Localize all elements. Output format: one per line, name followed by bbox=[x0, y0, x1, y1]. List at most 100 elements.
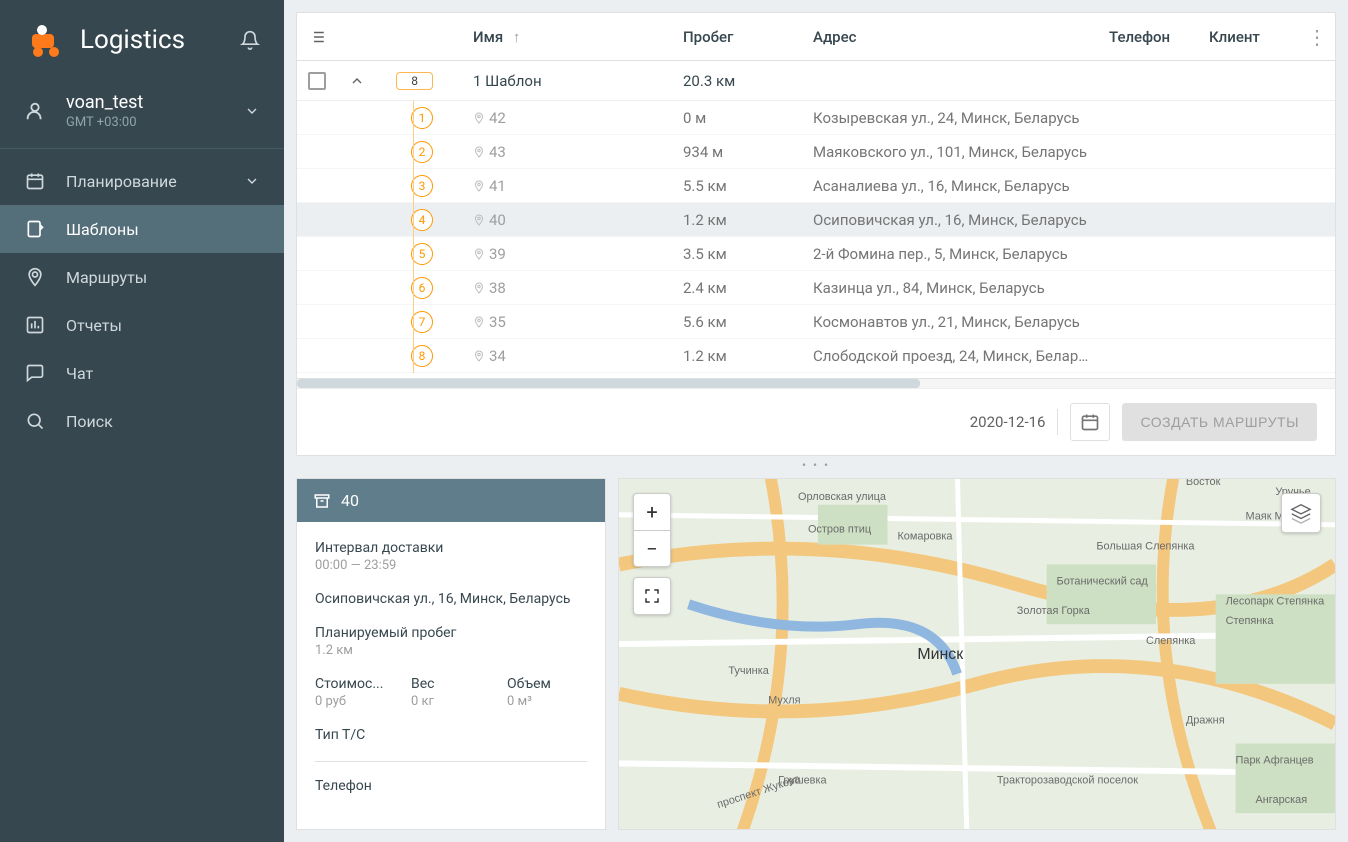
sidebar: Logistics voan_test GMT +03:00 Планирова… bbox=[0, 0, 284, 842]
drag-handle[interactable]: • • • bbox=[284, 456, 1348, 478]
weight-label: Вес bbox=[411, 676, 491, 692]
create-routes-button[interactable]: СОЗДАТЬ МАРШРУТЫ bbox=[1122, 403, 1317, 441]
svg-text:Тучинка: Тучинка bbox=[728, 665, 769, 677]
svg-text:Слепянка: Слепянка bbox=[1146, 635, 1196, 647]
app-title: Logistics bbox=[80, 25, 185, 55]
volume-value: 0 м³ bbox=[507, 694, 587, 709]
pin-icon bbox=[473, 281, 485, 295]
zoom-in-button[interactable]: + bbox=[634, 494, 670, 530]
row-address: 2-й Фомина пер., 5, Минск, Беларусь bbox=[803, 245, 1099, 263]
th-client[interactable]: Клиент bbox=[1199, 28, 1299, 46]
user-block[interactable]: voan_test GMT +03:00 bbox=[0, 80, 284, 149]
svg-text:Орловская улица: Орловская улица bbox=[798, 491, 887, 503]
pin-icon bbox=[473, 145, 485, 159]
nav-label: Шаблоны bbox=[66, 220, 139, 239]
th-phone[interactable]: Телефон bbox=[1099, 28, 1199, 46]
zoom-out-button[interactable]: − bbox=[634, 530, 670, 566]
svg-text:Лесопарк Степянка: Лесопарк Степянка bbox=[1226, 595, 1325, 607]
sequence-badge: 7 bbox=[411, 311, 433, 333]
table-row[interactable]: 1 42 0 м Козыревская ул., 24, Минск, Бел… bbox=[297, 101, 1335, 135]
calendar-button[interactable] bbox=[1070, 403, 1110, 441]
row-name: 42 bbox=[463, 109, 673, 127]
svg-text:Большая Слепянка: Большая Слепянка bbox=[1096, 541, 1195, 553]
sequence-badge: 8 bbox=[411, 345, 433, 367]
th-address[interactable]: Адрес bbox=[803, 28, 1099, 46]
detail-address: Осиповичская ул., 16, Минск, Беларусь bbox=[315, 591, 587, 607]
sequence-badge: 4 bbox=[411, 209, 433, 231]
svg-text:Тракторозаводской поселок: Тракторозаводской поселок bbox=[997, 774, 1138, 786]
sidebar-item-routes[interactable]: Маршруты bbox=[0, 253, 284, 301]
vehicle-label: Тип Т/С bbox=[315, 727, 587, 743]
logo-icon bbox=[24, 20, 64, 60]
logo[interactable]: Logistics bbox=[24, 20, 185, 60]
table-row[interactable]: 8 34 1.2 км Слободской проезд, 24, Минск… bbox=[297, 339, 1335, 373]
layers-button[interactable] bbox=[1281, 493, 1321, 533]
row-name: 41 bbox=[463, 177, 673, 195]
table-row[interactable]: 5 39 3.5 км 2-й Фомина пер., 5, Минск, Б… bbox=[297, 237, 1335, 271]
table-row[interactable]: 4 40 1.2 км Осиповичская ул., 16, Минск,… bbox=[297, 203, 1335, 237]
date-display: 2020-12-16 bbox=[970, 409, 1059, 435]
row-address: Осиповичская ул., 16, Минск, Беларусь bbox=[803, 211, 1099, 229]
sidebar-item-chat[interactable]: Чат bbox=[0, 349, 284, 397]
svg-text:Ботанический сад: Ботанический сад bbox=[1057, 575, 1149, 587]
group-mileage: 20.3 км bbox=[673, 72, 803, 90]
bell-icon[interactable] bbox=[240, 29, 260, 51]
detail-title: 40 bbox=[341, 491, 359, 510]
row-mileage: 3.5 км bbox=[673, 245, 803, 263]
row-address: Козыревская ул., 24, Минск, Беларусь bbox=[803, 109, 1099, 127]
chart-icon bbox=[24, 315, 46, 335]
sidebar-item-templates[interactable]: Шаблоны bbox=[0, 205, 284, 253]
template-icon bbox=[24, 219, 46, 239]
chat-icon bbox=[24, 363, 46, 383]
pin-icon bbox=[473, 179, 485, 193]
row-mileage: 1.2 км bbox=[673, 211, 803, 229]
cost-label: Стоимос... bbox=[315, 676, 395, 692]
sidebar-item-reports[interactable]: Отчеты bbox=[0, 301, 284, 349]
map[interactable]: Минск Орловская улица Комаровка Остров п… bbox=[618, 478, 1336, 830]
sidebar-item-planning[interactable]: Планирование bbox=[0, 157, 284, 205]
more-icon[interactable]: ⋮ bbox=[1307, 25, 1327, 49]
row-address: Космонавтов ул., 21, Минск, Беларусь bbox=[803, 313, 1099, 331]
pin-icon bbox=[473, 111, 485, 125]
th-name[interactable]: Имя ↑ bbox=[463, 28, 673, 46]
row-name: 39 bbox=[463, 245, 673, 263]
checkbox[interactable] bbox=[308, 72, 326, 90]
row-name: 35 bbox=[463, 313, 673, 331]
row-mileage: 2.4 км bbox=[673, 279, 803, 297]
sequence-badge: 5 bbox=[411, 243, 433, 265]
table-row[interactable]: 2 43 934 м Маяковского ул., 101, Минск, … bbox=[297, 135, 1335, 169]
cost-value: 0 руб bbox=[315, 694, 395, 709]
sidebar-item-search[interactable]: Поиск bbox=[0, 397, 284, 445]
table-row[interactable]: 7 35 5.6 км Космонавтов ул., 21, Минск, … bbox=[297, 305, 1335, 339]
username: voan_test bbox=[66, 92, 224, 113]
list-icon[interactable] bbox=[308, 28, 326, 46]
svg-text:Ангарская: Ангарская bbox=[1255, 794, 1307, 806]
fullscreen-button[interactable] bbox=[634, 578, 670, 614]
svg-text:Остров птиц: Остров птиц bbox=[808, 524, 871, 536]
user-icon bbox=[24, 100, 46, 122]
calendar-icon bbox=[24, 171, 46, 191]
count-badge: 8 bbox=[396, 72, 433, 90]
sort-asc-icon: ↑ bbox=[513, 28, 521, 46]
th-mileage[interactable]: Пробег bbox=[673, 28, 803, 46]
timezone: GMT +03:00 bbox=[66, 115, 224, 130]
zoom-controls: + − bbox=[633, 493, 671, 567]
sequence-badge: 6 bbox=[411, 277, 433, 299]
chevron-down-icon bbox=[244, 103, 260, 119]
group-name: 1 Шаблон bbox=[463, 72, 673, 90]
phone-label: Телефон bbox=[315, 778, 587, 794]
svg-text:Мухля: Мухля bbox=[768, 695, 801, 707]
route-icon bbox=[24, 267, 46, 287]
chevron-up-icon[interactable] bbox=[337, 73, 377, 89]
interval-value: 00:00 — 23:59 bbox=[315, 558, 587, 573]
horizontal-scrollbar[interactable] bbox=[297, 378, 1335, 388]
table-panel: Имя ↑ Пробег Адрес Телефон Клиент ⋮ 8 1 … bbox=[296, 12, 1336, 456]
sequence-badge: 1 bbox=[411, 107, 433, 129]
archive-icon bbox=[313, 492, 331, 510]
sequence-badge: 2 bbox=[411, 141, 433, 163]
weight-value: 0 кг bbox=[411, 694, 491, 709]
table-row[interactable]: 6 38 2.4 км Казинца ул., 84, Минск, Бела… bbox=[297, 271, 1335, 305]
planned-value: 1.2 км bbox=[315, 643, 587, 658]
group-row[interactable]: 8 1 Шаблон 20.3 км bbox=[297, 61, 1335, 101]
table-row[interactable]: 3 41 5.5 км Асаналиева ул., 16, Минск, Б… bbox=[297, 169, 1335, 203]
